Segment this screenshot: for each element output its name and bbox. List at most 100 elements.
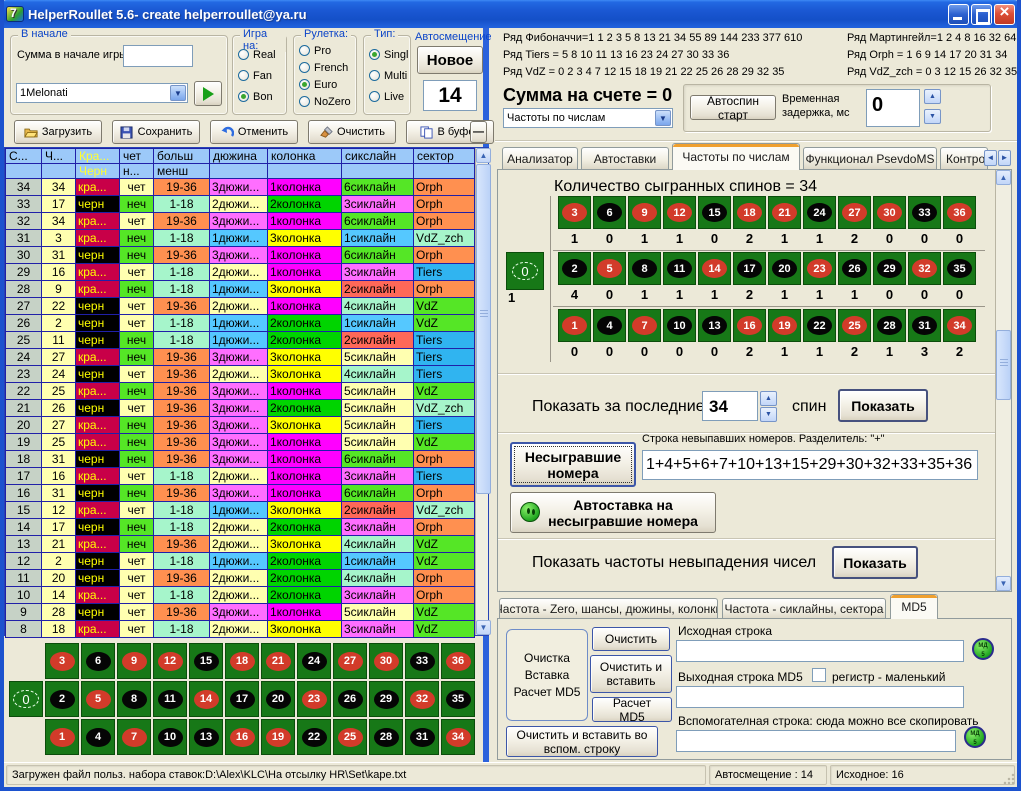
column-header[interactable] [342,164,414,179]
number-cell-3[interactable]: 3 [45,643,79,679]
number-cell-16[interactable]: 16 [733,309,766,342]
number-cell-7[interactable]: 7 [117,719,151,755]
table-cell[interactable]: черн [76,570,120,587]
table-cell[interactable]: Tiers [414,332,475,349]
delay-value[interactable]: 0 [866,89,920,127]
table-cell[interactable]: Tiers [414,417,475,434]
collapse-button[interactable]: — [470,121,487,143]
table-cell[interactable]: чет [120,553,154,570]
number-cell-2[interactable]: 2 [45,681,79,717]
table-cell[interactable]: 28 [42,604,76,621]
md5-clear-paste-aux-button[interactable]: Очистить и вставить во вспом. строку [506,726,658,757]
number-cell-13[interactable]: 13 [698,309,731,342]
table-cell[interactable]: 2колонка [268,519,342,536]
table-cell[interactable]: 3дюжи... [210,179,268,196]
md5-run-icon[interactable]: МД5 [972,638,994,660]
table-cell[interactable]: 1-18 [154,281,210,298]
table-cell[interactable]: 2дюжи... [210,468,268,485]
chevron-down-icon[interactable]: ▼ [170,85,186,101]
tab-psevdoms[interactable]: Функционал PsevdoMS [803,147,937,169]
show-last-up-icon[interactable]: ▲ [760,391,777,406]
table-row[interactable]: 3317черннеч1-182дюжи...2колонка3сиклайнO… [6,196,475,213]
column-header[interactable] [210,164,268,179]
table-cell[interactable]: 1колонка [268,485,342,502]
number-cell-17[interactable]: 17 [225,681,259,717]
number-cell-15[interactable]: 15 [189,643,223,679]
table-cell[interactable]: Tiers [414,366,475,383]
radio-bon[interactable]: Bon [233,86,286,107]
number-cell-18[interactable]: 18 [733,196,766,229]
table-cell[interactable]: 28 [6,281,42,298]
table-cell[interactable]: 19-36 [154,434,210,451]
number-cell-35[interactable]: 35 [943,252,976,285]
table-cell[interactable]: 1-18 [154,519,210,536]
table-cell[interactable]: 3дюжи... [210,383,268,400]
table-cell[interactable]: 3дюжи... [210,417,268,434]
table-cell[interactable]: VdZ_zch [414,400,475,417]
table-cell[interactable]: 27 [42,417,76,434]
table-cell[interactable]: черн [76,247,120,264]
table-cell[interactable]: неч [120,417,154,434]
table-cell[interactable]: 8 [6,621,42,638]
table-cell[interactable]: кра... [76,621,120,638]
table-cell[interactable]: VdZ [414,434,475,451]
table-cell[interactable]: VdZ [414,536,475,553]
table-cell[interactable]: 3дюжи... [210,604,268,621]
missing-numbers-button[interactable]: Несыгравшие номера [510,442,636,487]
table-cell[interactable]: 5сиклайн [342,434,414,451]
table-cell[interactable]: 24 [6,349,42,366]
missing-string-input[interactable] [642,450,978,480]
table-cell[interactable]: 19-36 [154,485,210,502]
table-row[interactable]: 313кра...неч1-181дюжи...3колонка1сиклайн… [6,230,475,247]
number-cell-29[interactable]: 29 [873,252,906,285]
preset-combobox[interactable]: 1Melonati ▼ [16,83,188,103]
table-cell[interactable]: 1дюжи... [210,332,268,349]
table-cell[interactable]: 25 [6,332,42,349]
table-cell[interactable]: 11 [42,332,76,349]
table-cell[interactable]: 10 [6,587,42,604]
table-cell[interactable]: черн [76,400,120,417]
table-cell[interactable]: 2сиклайн [342,332,414,349]
table-row[interactable]: 1014кра...чет1-182дюжи...2колонка3сиклай… [6,587,475,604]
number-cell-27[interactable]: 27 [333,643,367,679]
table-cell[interactable]: 19-36 [154,179,210,196]
table-cell[interactable]: 3колонка [268,366,342,383]
table-row[interactable]: 1631черннеч19-363дюжи...1колонка6сиклайн… [6,485,475,502]
number-cell-30[interactable]: 30 [369,643,403,679]
table-row[interactable]: 928чернчет19-363дюжи...1колонка5сиклайнV… [6,604,475,621]
show-button[interactable]: Показать [838,389,928,422]
table-cell[interactable]: неч [120,281,154,298]
table-cell[interactable]: Orph [414,196,475,213]
show-last-down-icon[interactable]: ▼ [760,407,777,422]
table-cell[interactable]: 1-18 [154,332,210,349]
radio-live[interactable]: Live [364,86,410,107]
table-cell[interactable]: Orph [414,213,475,230]
table-cell[interactable]: кра... [76,264,120,281]
table-cell[interactable]: чет [120,570,154,587]
number-cell-23[interactable]: 23 [803,252,836,285]
table-cell[interactable]: 3колонка [268,621,342,638]
table-cell[interactable]: 19-36 [154,213,210,230]
table-cell[interactable]: 3дюжи... [210,213,268,230]
table-cell[interactable]: неч [120,434,154,451]
number-cell-35[interactable]: 35 [441,681,475,717]
table-cell[interactable]: 31 [42,247,76,264]
table-cell[interactable]: 3колонка [268,349,342,366]
table-cell[interactable]: 19 [6,434,42,451]
table-cell[interactable]: 3колонка [268,536,342,553]
number-cell-8[interactable]: 8 [628,252,661,285]
table-cell[interactable]: 34 [6,179,42,196]
table-cell[interactable]: 18 [6,451,42,468]
table-cell[interactable]: 3сиклайн [342,519,414,536]
number-cell-19[interactable]: 19 [261,719,295,755]
table-cell[interactable]: 3дюжи... [210,400,268,417]
column-header[interactable]: Кра... [76,149,120,164]
table-cell[interactable]: 4сиклайн [342,298,414,315]
table-cell[interactable]: 30 [6,247,42,264]
table-cell[interactable]: чет [120,315,154,332]
table-cell[interactable]: черн [76,604,120,621]
column-header[interactable]: дюжина [210,149,268,164]
table-cell[interactable]: 4сиклайн [342,536,414,553]
table-cell[interactable]: 1дюжи... [210,553,268,570]
table-cell[interactable]: 1колонка [268,468,342,485]
